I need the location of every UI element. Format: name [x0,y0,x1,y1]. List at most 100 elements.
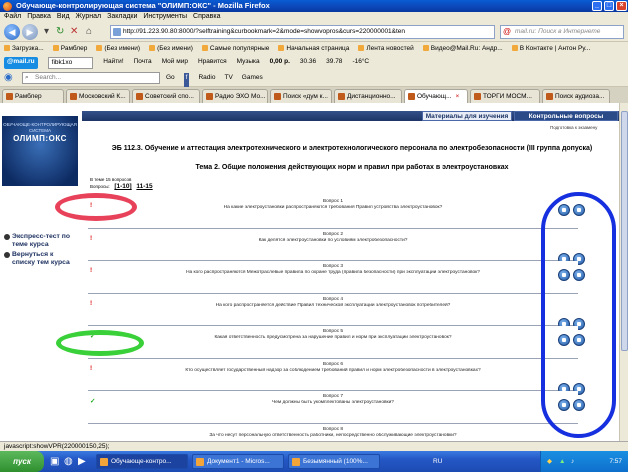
question-text[interactable]: На кого распространяется действие Правил… [88,303,578,308]
url-bar[interactable]: http://91.223.90.80:8000/?selftraining&c… [110,25,495,39]
bookmark-item[interactable]: (Без имени) [96,42,140,55]
page-link-11-15[interactable]: 11-15 [136,183,152,190]
forward-arrow-icon[interactable]: ▶ [22,24,38,40]
study-material-icon[interactable] [573,204,585,216]
study-material-icon[interactable] [573,399,585,411]
bookmark-item[interactable]: Видео@Mail.Ru: Андр... [423,42,503,55]
bullet-icon [4,234,10,240]
start-button[interactable]: пуск [0,451,44,472]
dropdown-chevron-icon[interactable]: ▾ [44,26,49,38]
tab-audio-search[interactable]: Поиск аудиоза... [542,89,610,103]
question-text[interactable]: Как делятся электроустановки по условиям… [88,238,578,243]
weather-value[interactable]: -16°C [352,55,369,69]
task-word[interactable]: Документ1 - Micros... [192,454,284,469]
balance-value[interactable]: 0,00 р. [270,55,290,69]
mailru-search-value[interactable]: fibk1xo [47,57,94,69]
express-test-label: Экспресс-тест по теме курса [12,233,70,248]
reload-icon[interactable]: ↻ [56,26,64,38]
bookmark-item[interactable]: Рамблер [53,42,88,55]
menu-history[interactable]: Журнал [76,12,102,22]
bookmark-item[interactable]: Начальная страница [278,42,349,55]
view-answer-icon[interactable] [558,399,570,411]
tab-control-questions[interactable]: Контрольные вопросы [514,111,618,121]
radio-link[interactable]: Radio [198,69,215,87]
question-number: Вопрос 4 [322,296,344,302]
task-firefox[interactable]: Обучающе-контро... [96,454,188,469]
usd-rate[interactable]: 30.36 [300,55,316,69]
toolbar-logo-icon[interactable]: ◉ [4,72,13,84]
web-search-input[interactable]: @ mail.ru: Поиск в Интернете [500,25,624,39]
eur-rate[interactable]: 39.78 [326,55,342,69]
tab-sovetsky[interactable]: Советский спо... [132,89,200,103]
express-test-link[interactable]: Экспресс-тест по теме курса [4,233,78,249]
search-toolbar: ◉ Search... Go f Radio TV Games [0,69,628,87]
view-answer-icon[interactable] [558,334,570,346]
url-text: http://91.223.90.80:8000/?selftraining&c… [123,28,406,35]
minimize-button[interactable]: _ [592,1,602,11]
page-link-1-10[interactable]: [1-10] [114,183,131,190]
tab-moskovsky[interactable]: Московский К... [66,89,130,103]
stop-icon[interactable]: ✕ [70,26,78,38]
bookmark-item[interactable]: Самые популярные [202,42,270,55]
mailru-logo[interactable]: @mail.ru [4,57,38,69]
tray-volume-icon[interactable]: ♪ [571,451,574,472]
tab-distance[interactable]: Дистанционно... [334,89,402,103]
tab-label: Радио ЭХО Мо... [215,93,266,100]
tab-study-materials[interactable]: Материалы для изучения [422,111,512,121]
facebook-icon[interactable]: f [183,73,190,87]
my-world-link[interactable]: Мой мир [162,55,188,69]
quicklaunch-media-icon[interactable]: ▶ [78,456,86,468]
menu-bookmarks[interactable]: Закладки [107,12,137,22]
back-to-topics-link[interactable]: Вернуться к списку тем курса [4,251,78,267]
close-button[interactable]: × [616,1,627,11]
toolbar-search-input[interactable]: Search... [22,72,160,84]
quicklaunch-browser-icon[interactable]: ◍ [64,456,73,468]
menu-tools[interactable]: Инструменты [143,12,187,22]
question-text[interactable]: На какие электроустановки распространяют… [88,205,578,210]
close-tab-icon[interactable]: × [456,93,460,100]
scrollbar-thumb[interactable] [621,111,628,351]
question-number: Вопрос 6 [322,361,344,367]
menu-file[interactable]: Файл [4,12,21,22]
bookmark-item[interactable]: Лента новостей [358,42,413,55]
question-text[interactable]: Кто осуществляет государственный надзор … [88,368,578,373]
games-link[interactable]: Games [242,69,263,87]
tab-training-active[interactable]: Обучающ... × [404,89,468,103]
menu-view[interactable]: Вид [57,12,70,22]
find-button[interactable]: Найти! [103,55,123,69]
bookmark-item[interactable]: (Без имени) [149,42,193,55]
mail-link[interactable]: Почта [134,55,152,69]
tab-rambler[interactable]: Рамблер [2,89,64,103]
tab-torgi[interactable]: ТОРГИ МОСМ... [470,89,540,103]
task-label: Документ1 - Micros... [207,458,270,465]
tab-search-dum[interactable]: Поиск «дум к... [270,89,332,103]
tv-link[interactable]: TV [224,69,232,87]
go-button[interactable]: Go [166,69,175,87]
tray-icon[interactable]: ◆ [547,451,552,472]
task-paint[interactable]: Безымянный (100%... [288,454,380,469]
like-link[interactable]: Нравится [198,55,227,69]
question-text[interactable]: За что несут персональную ответственност… [88,433,578,438]
view-answer-icon[interactable] [558,204,570,216]
music-link[interactable]: Музыка [237,55,260,69]
tab-radio-echo[interactable]: Радио ЭХО Мо... [202,89,268,103]
quicklaunch-desktop-icon[interactable]: ▣ [50,456,59,468]
home-icon[interactable]: ⌂ [86,26,92,38]
question-text[interactable]: Чем должны быть укомплектованы электроус… [88,400,578,405]
back-arrow-icon[interactable]: ◀ [4,24,20,40]
question-text[interactable]: Какая ответственность предусмотрена за н… [88,335,578,340]
language-indicator[interactable]: RU [433,451,442,472]
bookmark-item[interactable]: Загрузка... [4,42,44,55]
vertical-scrollbar[interactable] [619,103,628,441]
study-material-icon[interactable] [573,269,585,281]
menu-help[interactable]: Справка [193,12,220,22]
question-actions [558,399,588,411]
study-material-icon[interactable] [573,334,585,346]
tray-network-icon[interactable]: ▲ [559,451,565,472]
view-answer-icon[interactable] [558,269,570,281]
course-title: ЭБ 112.3. Обучение и аттестация электрот… [111,145,593,152]
question-text[interactable]: На кого распространяются Межотраслевые п… [88,270,578,275]
bookmark-item[interactable]: В Контакте | Антон Ру... [512,42,591,55]
menu-edit[interactable]: Правка [27,12,51,22]
maximize-button[interactable]: □ [604,1,614,11]
